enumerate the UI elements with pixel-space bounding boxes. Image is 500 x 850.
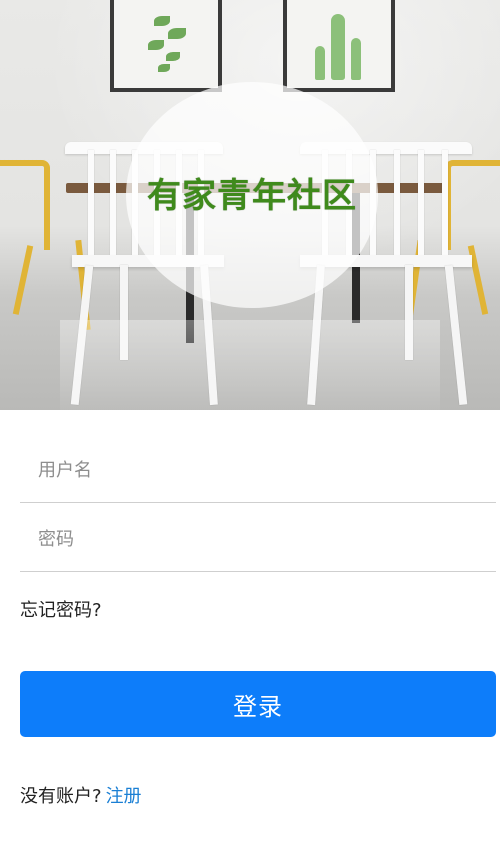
- yellow-chair-left: [0, 160, 50, 250]
- username-field: [20, 435, 496, 503]
- logo-badge: 有家青年社区: [126, 82, 378, 308]
- password-field: [20, 504, 496, 572]
- forgot-password-link[interactable]: 忘记密码?: [20, 596, 102, 622]
- signup-row: 没有账户? 注册: [20, 782, 142, 808]
- wall-art-right: [283, 0, 395, 92]
- hero-image: 有家青年社区: [0, 0, 500, 410]
- wall-art-left: [110, 0, 222, 92]
- app-logo-title: 有家青年社区: [147, 176, 357, 216]
- signup-prompt: 没有账户?: [20, 786, 102, 807]
- login-page: 有家青年社区 忘记密码? 登录 没有账户?注册: [0, 0, 500, 850]
- floor-reflection: [60, 320, 440, 410]
- username-input[interactable]: [38, 457, 478, 483]
- password-input[interactable]: [38, 526, 478, 552]
- login-button[interactable]: 登录: [20, 671, 496, 737]
- signup-link[interactable]: 注册: [106, 786, 142, 807]
- yellow-chair-right: [445, 160, 500, 250]
